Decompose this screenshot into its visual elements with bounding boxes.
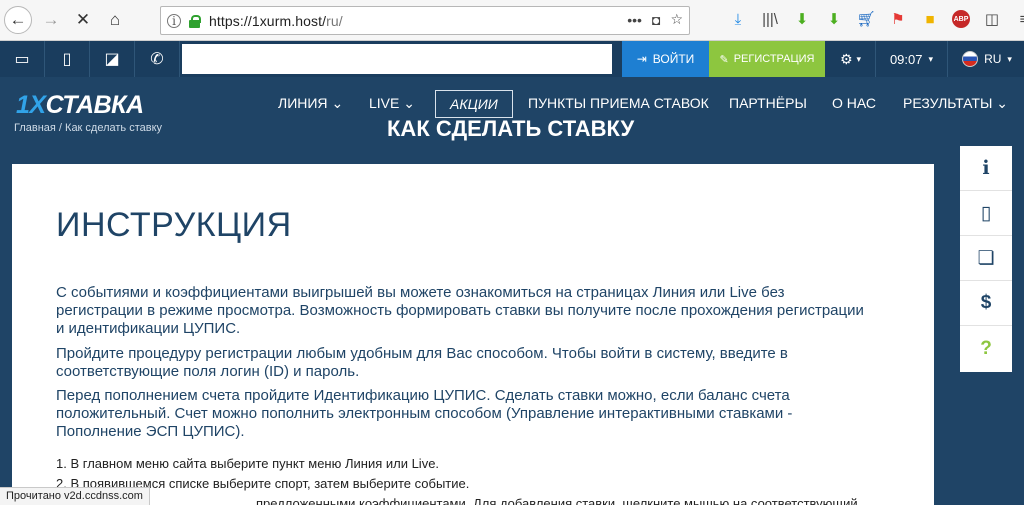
gear-icon: ⚙: [839, 50, 853, 67]
breadcrumb[interactable]: Главная / Как сделать ставку: [14, 122, 162, 134]
info-icon[interactable]: i: [960, 146, 1012, 191]
adblock-icon[interactable]: ABP: [952, 10, 970, 28]
side-panel: i ▯ ❏ $ ?: [960, 146, 1012, 372]
site-topbar: ▭ ▯ ◪ ✆ ⇥ ВОЙТИ ✎ РЕГИСТРАЦИЯ ⚙ ▾ 09:07 …: [0, 41, 1024, 77]
download-arrow-green2-icon[interactable]: ⬇: [824, 8, 844, 30]
book-icon[interactable]: ❏: [960, 236, 1012, 281]
home-icon[interactable]: ⌂: [102, 7, 128, 33]
desktop-icon[interactable]: ▭: [0, 41, 45, 77]
chevron-down-icon: ⌄: [331, 95, 344, 111]
nav-item-promotions[interactable]: АКЦИИ: [435, 90, 513, 118]
menu-icon[interactable]: ≡: [1014, 8, 1024, 30]
settings-button[interactable]: ⚙ ▾: [826, 41, 876, 77]
step-3: предложенными коэффициентами. Для добавл…: [256, 496, 858, 505]
stop-icon[interactable]: ✕: [70, 7, 96, 33]
app-icon[interactable]: ◪: [90, 41, 135, 77]
edit-icon: ✎: [719, 53, 729, 66]
page-title: ИНСТРУКЦИЯ: [56, 206, 292, 244]
info-icon[interactable]: i: [167, 13, 181, 28]
library-icon[interactable]: |||\: [760, 8, 780, 30]
download-icon[interactable]: ⤓: [728, 8, 748, 30]
browser-toolbar: ← → ✕ ⌂ i https://1xurm.host/ru/ ••• ◘ ☆…: [0, 0, 1024, 41]
paragraph-3: Перед пополнением счета пройдите Идентиф…: [56, 387, 793, 440]
help-icon[interactable]: ?: [960, 326, 1012, 371]
chevron-down-icon: ▾: [1007, 53, 1012, 64]
url-text: https://1xurm.host/ru/: [209, 12, 343, 29]
topbar-blank-area: [182, 44, 612, 74]
time-dropdown[interactable]: 09:07 ▾: [876, 41, 948, 77]
mobile-app-icon[interactable]: ▯: [960, 191, 1012, 236]
back-icon[interactable]: ←: [4, 6, 32, 34]
browser-status-bar: Прочитано v2d.ccdnss.com: [0, 487, 150, 505]
extension-icon[interactable]: ■: [920, 8, 940, 30]
register-button[interactable]: ✎ РЕГИСТРАЦИЯ: [709, 41, 825, 77]
nav-item-results[interactable]: РЕЗУЛЬТАТЫ ⌄: [903, 95, 1008, 112]
chevron-down-icon: ▾: [856, 53, 862, 64]
dollar-icon[interactable]: $: [960, 281, 1012, 326]
download-arrow-green-icon[interactable]: ⬇: [792, 8, 812, 30]
login-icon: ⇥: [636, 52, 647, 66]
nav-item-partners[interactable]: ПАРТНЁРЫ: [729, 95, 807, 111]
chevron-down-icon: ⌄: [996, 95, 1008, 111]
cart-icon[interactable]: 🛒︎: [856, 8, 876, 30]
russia-flag-icon: [962, 51, 979, 67]
nav-item-about[interactable]: О НАС: [832, 95, 876, 111]
bookmark-star-icon[interactable]: ☆: [670, 11, 683, 28]
login-button[interactable]: ⇥ ВОЙТИ: [622, 41, 709, 77]
phone-icon[interactable]: ✆: [135, 41, 180, 77]
address-bar[interactable]: i https://1xurm.host/ru/ ••• ◘ ☆: [160, 6, 690, 35]
chevron-down-icon: ▾: [928, 53, 934, 64]
content-panel: ИНСТРУКЦИЯ С событиями и коэффициентами …: [12, 164, 934, 505]
paragraph-1: С событиями и коэффициентами выигрышей в…: [56, 284, 864, 337]
chevron-down-icon: ⌄: [403, 95, 415, 111]
sidebar-icon[interactable]: ◫: [982, 8, 1002, 30]
page-heading: КАК СДЕЛАТЬ СТАВКУ: [387, 116, 635, 141]
site-logo[interactable]: 1XСТАВКА: [16, 91, 144, 120]
mobile-icon[interactable]: ▯: [45, 41, 90, 77]
flag-bookmark-icon[interactable]: ⚑: [888, 8, 908, 30]
pocket-icon[interactable]: ◘: [652, 12, 660, 28]
nav-item-live[interactable]: LIVE ⌄: [369, 95, 415, 112]
step-1: 1. В главном меню сайта выберите пункт м…: [56, 456, 440, 471]
nav-item-line[interactable]: ЛИНИЯ ⌄: [278, 95, 343, 112]
more-icon[interactable]: •••: [627, 12, 642, 28]
paragraph-2: Пройдите процедуру регистрации любым удо…: [56, 345, 788, 380]
language-dropdown[interactable]: RU ▾: [950, 41, 1024, 77]
lock-icon: [189, 14, 201, 28]
forward-icon[interactable]: →: [38, 7, 64, 33]
nav-item-betting-points[interactable]: ПУНКТЫ ПРИЕМА СТАВОК: [528, 95, 709, 111]
